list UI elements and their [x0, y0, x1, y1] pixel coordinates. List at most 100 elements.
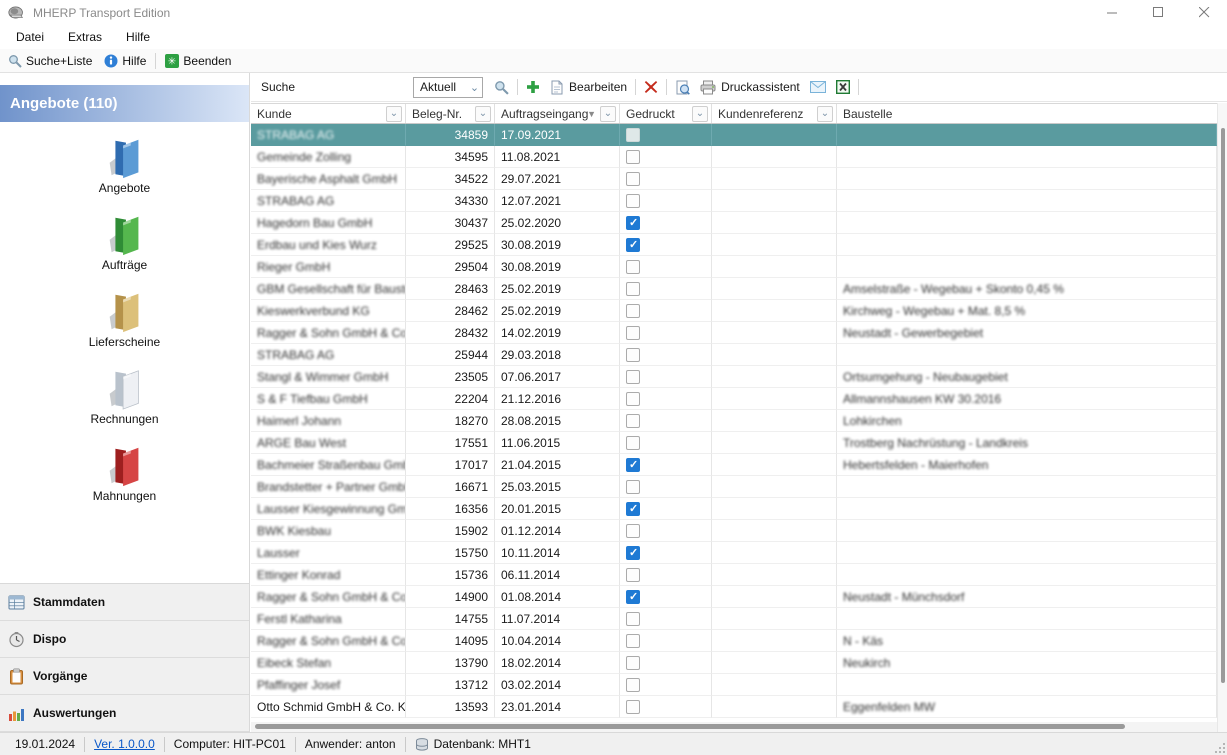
- table-row[interactable]: Kieswerkverbund KG2846225.02.2019Kirchwe…: [251, 300, 1217, 322]
- filter-chevron-icon[interactable]: ⌄: [386, 106, 402, 122]
- checkbox-unchecked[interactable]: [626, 612, 640, 626]
- vertical-scrollbar-thumb[interactable]: [1221, 128, 1225, 683]
- table-row[interactable]: Eibeck Stefan1379018.02.2014Neukirch: [251, 652, 1217, 674]
- checkbox-checked[interactable]: [626, 590, 640, 604]
- checkbox-unchecked[interactable]: [626, 282, 640, 296]
- table-row[interactable]: Ragger & Sohn GmbH & Co.KG2843214.02.201…: [251, 322, 1217, 344]
- table-row[interactable]: Otto Schmid GmbH & Co. KG1359323.01.2014…: [251, 696, 1217, 718]
- menu-hilfe[interactable]: Hilfe: [114, 27, 162, 47]
- table-row[interactable]: Hagedorn Bau GmbH3043725.02.2020: [251, 212, 1217, 234]
- maximize-button[interactable]: [1135, 0, 1181, 25]
- checkbox-unchecked[interactable]: [626, 678, 640, 692]
- column-header-kunde[interactable]: Kunde ⌄: [251, 104, 406, 123]
- checkbox-unchecked[interactable]: [626, 260, 640, 274]
- table-row[interactable]: Ettinger Konrad1573606.11.2014: [251, 564, 1217, 586]
- sidebar-folder-auftraege[interactable]: Aufträge: [65, 211, 185, 272]
- delete-button[interactable]: [639, 76, 663, 98]
- column-header-auftragseingang[interactable]: Auftragseingang ▼ ⌄: [495, 104, 620, 123]
- checkbox-unchecked[interactable]: [626, 348, 640, 362]
- table-row[interactable]: Brandstetter + Partner GmbH1667125.03.20…: [251, 476, 1217, 498]
- filter-chevron-icon[interactable]: ⌄: [475, 106, 491, 122]
- table-row[interactable]: Ragger & Sohn GmbH & Co.KG1490001.08.201…: [251, 586, 1217, 608]
- cell-baustelle: Amselstraße - Wegebau + Skonto 0,45 %: [837, 278, 1217, 300]
- menu-extras[interactable]: Extras: [56, 27, 114, 47]
- filter-chevron-icon[interactable]: ⌄: [600, 106, 616, 122]
- table-row[interactable]: Ferstl Katharina1475511.07.2014: [251, 608, 1217, 630]
- checkbox-unchecked[interactable]: [626, 700, 640, 714]
- close-button[interactable]: [1181, 0, 1227, 25]
- menu-datei[interactable]: Datei: [4, 27, 56, 47]
- column-header-gedruckt[interactable]: Gedruckt ⌄: [620, 104, 712, 123]
- sidebar-folder-mahnungen[interactable]: Mahnungen: [65, 442, 185, 503]
- exit-button[interactable]: ✳ Beenden: [159, 50, 237, 72]
- checkbox-unchecked[interactable]: [626, 568, 640, 582]
- table-row[interactable]: GBM Gesellschaft für Baustoff-2846325.02…: [251, 278, 1217, 300]
- nav-item-auswertungen[interactable]: Auswertungen: [0, 695, 249, 732]
- checkbox-unchecked[interactable]: [626, 634, 640, 648]
- checkbox-checked[interactable]: [626, 458, 640, 472]
- checkbox-checked[interactable]: [626, 216, 640, 230]
- minimize-button[interactable]: [1089, 0, 1135, 25]
- search-list-button[interactable]: Suche+Liste: [2, 50, 98, 72]
- checkbox-unchecked[interactable]: [626, 392, 640, 406]
- checkbox-checked[interactable]: [626, 502, 640, 516]
- checkbox-unchecked[interactable]: [626, 150, 640, 164]
- checkbox-unchecked[interactable]: [626, 172, 640, 186]
- table-row[interactable]: STRABAG AG2594429.03.2018: [251, 344, 1217, 366]
- horizontal-scrollbar-thumb[interactable]: [255, 724, 1125, 729]
- print-preview-button[interactable]: [670, 76, 695, 98]
- table-row[interactable]: Bachmeier Straßenbau GmbH1701721.04.2015…: [251, 454, 1217, 476]
- checkbox-unchecked[interactable]: [626, 480, 640, 494]
- filter-chevron-icon[interactable]: ⌄: [817, 106, 833, 122]
- sidebar-folder-lieferscheine[interactable]: Lieferscheine: [65, 288, 185, 349]
- excel-export-button[interactable]: [831, 76, 855, 98]
- cell-beleg-nr: 16356: [406, 498, 495, 520]
- checkbox-unchecked[interactable]: [626, 656, 640, 670]
- table-row[interactable]: Lausser1575010.11.2014: [251, 542, 1217, 564]
- checkbox-unchecked[interactable]: [626, 436, 640, 450]
- checkbox-unchecked[interactable]: [626, 370, 640, 384]
- filter-chevron-icon[interactable]: ⌄: [692, 106, 708, 122]
- table-row[interactable]: S & F Tiefbau GmbH2220421.12.2016Allmann…: [251, 388, 1217, 410]
- filter-combobox[interactable]: Aktuell ⌄: [413, 77, 483, 98]
- sidebar-folder-rechnungen[interactable]: Rechnungen: [65, 365, 185, 426]
- resize-grip[interactable]: [1213, 741, 1225, 753]
- checkbox-unchecked[interactable]: [626, 194, 640, 208]
- run-search-button[interactable]: [489, 76, 514, 98]
- help-button[interactable]: Hilfe: [98, 50, 152, 72]
- checkbox-unchecked[interactable]: [626, 524, 640, 538]
- checkbox-unchecked[interactable]: [626, 128, 640, 142]
- table-row[interactable]: STRABAG AG3433012.07.2021: [251, 190, 1217, 212]
- checkbox-checked[interactable]: [626, 238, 640, 252]
- add-button[interactable]: [521, 76, 545, 98]
- email-button[interactable]: [805, 76, 831, 98]
- nav-item-dispo[interactable]: Dispo: [0, 621, 249, 658]
- print-assistant-button[interactable]: Druckassistent: [695, 76, 805, 98]
- table-row[interactable]: Haimerl Johann1827028.08.2015Lohkirchen: [251, 410, 1217, 432]
- column-header-kundenreferenz[interactable]: Kundenreferenz ⌄: [712, 104, 837, 123]
- table-row[interactable]: Rieger GmbH2950430.08.2019: [251, 256, 1217, 278]
- checkbox-checked[interactable]: [626, 546, 640, 560]
- table-row[interactable]: Pfaffinger Josef1371203.02.2014: [251, 674, 1217, 696]
- table-row[interactable]: Stangl & Wimmer GmbH2350507.06.2017Ortsu…: [251, 366, 1217, 388]
- table-row[interactable]: BWK Kiesbau1590201.12.2014: [251, 520, 1217, 542]
- nav-item-vorgaenge[interactable]: Vorgänge: [0, 658, 249, 695]
- table-row[interactable]: Gemeinde Zolling3459511.08.2021: [251, 146, 1217, 168]
- nav-item-stammdaten[interactable]: Stammdaten: [0, 584, 249, 621]
- sidebar-folder-angebote[interactable]: Angebote: [65, 134, 185, 195]
- checkbox-unchecked[interactable]: [626, 304, 640, 318]
- version-link[interactable]: Ver. 1.0.0.0: [94, 737, 155, 751]
- edit-button[interactable]: Bearbeiten: [545, 76, 632, 98]
- checkbox-unchecked[interactable]: [626, 326, 640, 340]
- table-row[interactable]: Bayerische Asphalt GmbH3452229.07.2021: [251, 168, 1217, 190]
- column-header-beleg-nr[interactable]: Beleg-Nr. ⌄: [406, 104, 495, 123]
- cell-beleg-nr: 23505: [406, 366, 495, 388]
- table-row[interactable]: STRABAG AG3485917.09.2021: [251, 124, 1217, 146]
- checkbox-unchecked[interactable]: [626, 414, 640, 428]
- column-header-baustelle[interactable]: Baustelle: [837, 104, 1217, 123]
- table-row[interactable]: ARGE Bau West1755111.06.2015Trostberg Na…: [251, 432, 1217, 454]
- table-row[interactable]: Lausser Kiesgewinnung GmbH1635620.01.201…: [251, 498, 1217, 520]
- table-row[interactable]: Ragger & Sohn GmbH & Co.KG1409510.04.201…: [251, 630, 1217, 652]
- search-input[interactable]: [303, 77, 413, 97]
- table-row[interactable]: Erdbau und Kies Wurz2952530.08.2019: [251, 234, 1217, 256]
